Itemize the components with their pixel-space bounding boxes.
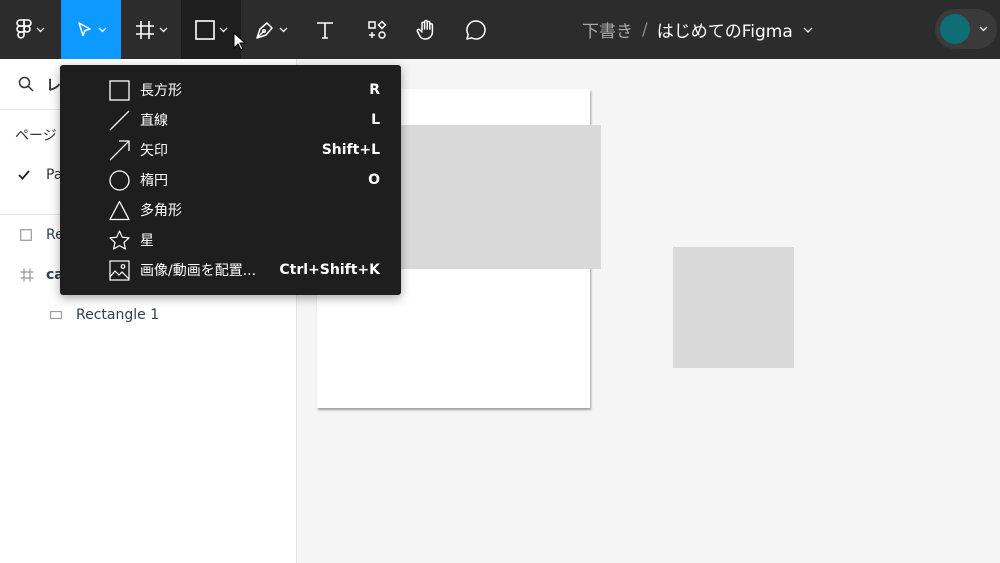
star-icon	[109, 230, 130, 250]
menu-item-shortcut: Ctrl+Shift+K	[279, 262, 380, 278]
menu-item-place-image[interactable]: 画像/動画を配置... Ctrl+Shift+K	[60, 255, 401, 285]
breadcrumb-separator: /	[642, 19, 648, 40]
canvas-rectangle[interactable]	[673, 247, 794, 368]
chevron-down-icon	[979, 26, 988, 32]
menu-item-star[interactable]: 星	[60, 225, 401, 255]
pages-label: ページ	[15, 128, 57, 144]
file-name[interactable]: はじめてのFigma	[657, 17, 793, 42]
polygon-icon	[109, 200, 130, 221]
frame-layer-icon	[20, 268, 34, 282]
frame-tool-button[interactable]	[121, 0, 181, 59]
menu-item-shortcut: R	[369, 82, 380, 98]
user-menu-button[interactable]	[935, 9, 997, 49]
components-icon	[368, 19, 387, 39]
resources-button[interactable]	[357, 0, 397, 59]
rectangle-icon	[194, 19, 215, 40]
menu-item-label: 矢印	[140, 143, 168, 159]
text-icon	[317, 21, 333, 39]
rectangle-layer-icon	[50, 311, 62, 319]
chevron-down-icon	[219, 27, 227, 32]
menu-item-label: 画像/動画を配置...	[140, 263, 257, 279]
frame-hash-icon	[135, 20, 154, 39]
move-tool-button[interactable]	[61, 0, 121, 59]
menu-item-line[interactable]: 直線 L	[60, 105, 401, 135]
layer-item[interactable]: Rectangle 1	[0, 303, 296, 327]
image-icon	[109, 260, 130, 281]
comment-bubble-icon	[466, 19, 486, 40]
search-icon[interactable]	[18, 76, 34, 92]
hand-icon	[416, 19, 434, 40]
design-canvas[interactable]	[297, 59, 1000, 563]
top-toolbar: 下書き / はじめてのFigma	[0, 0, 1000, 59]
ellipse-icon	[109, 170, 130, 191]
shape-tool-button[interactable]	[181, 0, 241, 59]
menu-item-shortcut: Shift+L	[321, 142, 380, 158]
shape-tool-menu: 長方形 R 直線 L 矢印 Shift+L 楕円 O 多角形 星 画像/動画を配…	[60, 65, 401, 295]
menu-item-rectangle[interactable]: 長方形 R	[60, 75, 401, 105]
layer-name: Rectangle 1	[76, 307, 160, 323]
file-breadcrumb[interactable]: 下書き / はじめてのFigma	[582, 0, 813, 59]
menu-item-label: 直線	[140, 113, 168, 129]
menu-item-label: 星	[140, 233, 154, 249]
menu-item-label: 楕円	[140, 173, 168, 189]
frame-rectangle[interactable]	[401, 125, 601, 269]
mouse-cursor-icon	[233, 32, 246, 51]
chevron-down-icon[interactable]	[803, 27, 813, 33]
menu-item-polygon[interactable]: 多角形	[60, 195, 401, 225]
search-label: レ	[46, 75, 62, 94]
menu-item-ellipse[interactable]: 楕円 O	[60, 165, 401, 195]
pen-tool-button[interactable]	[241, 0, 301, 59]
menu-item-arrow[interactable]: 矢印 Shift+L	[60, 135, 401, 165]
chevron-down-icon	[279, 27, 287, 32]
pen-icon	[255, 21, 273, 39]
drafts-location[interactable]: 下書き	[582, 17, 633, 42]
rectangle-icon	[109, 80, 130, 101]
checkmark-icon	[18, 170, 30, 180]
comment-tool-button[interactable]	[456, 0, 496, 59]
menu-item-shortcut: L	[371, 112, 380, 128]
menu-item-label: 長方形	[140, 83, 182, 99]
chevron-down-icon	[36, 27, 44, 32]
rectangle-layer-icon	[20, 229, 32, 241]
avatar	[940, 14, 970, 44]
figma-logo-icon	[15, 18, 32, 39]
main-menu-button[interactable]	[0, 0, 60, 59]
cursor-arrow-icon	[77, 21, 91, 36]
menu-item-label: 多角形	[140, 203, 182, 219]
arrow-icon	[109, 140, 130, 161]
hand-tool-button[interactable]	[406, 0, 446, 59]
chevron-down-icon	[98, 27, 106, 32]
menu-item-shortcut: O	[368, 172, 380, 188]
chevron-down-icon	[159, 27, 167, 32]
text-tool-button[interactable]	[305, 0, 345, 59]
line-icon	[109, 110, 130, 131]
